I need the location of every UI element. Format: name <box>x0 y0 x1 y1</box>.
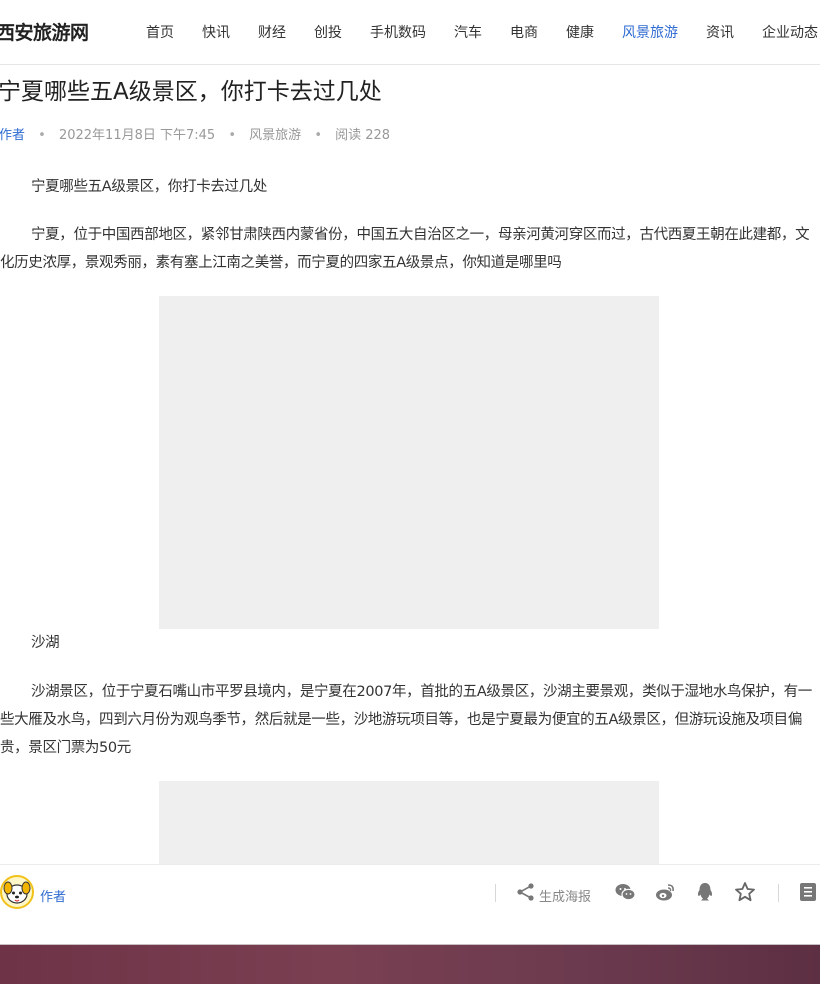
generate-poster-button[interactable]: 生成海报 <box>539 886 591 905</box>
meta-separator: • <box>314 128 322 143</box>
nav-item-health[interactable]: 健康 <box>566 22 594 42</box>
main-nav: 首页 快讯 财经 创投 手机数码 汽车 电商 健康 风景旅游 资讯 企业动态 <box>0 22 820 42</box>
nav-item-flash[interactable]: 快讯 <box>202 22 230 42</box>
author-avatar[interactable] <box>0 875 34 909</box>
star-icon[interactable] <box>734 881 756 903</box>
page: 西安旅游网 首页 快讯 财经 创投 手机数码 汽车 电商 健康 风景旅游 资讯 … <box>0 0 820 984</box>
list-icon[interactable] <box>798 881 820 903</box>
nav-item-finance[interactable]: 财经 <box>258 22 286 42</box>
nav-item-home[interactable]: 首页 <box>146 22 174 42</box>
article-paragraph: 沙湖景区，位于宁夏石嘴山市平罗县境内，是宁夏在2007年，首批的五A级景区，沙湖… <box>0 684 812 756</box>
meta-datetime: 2022年11月8日 下午7:45 <box>58 128 216 143</box>
image-caption: 沙湖 <box>31 635 60 651</box>
desktop-background-strip <box>0 944 820 984</box>
meta-reads: 阅读 228 <box>335 128 391 143</box>
nav-item-company[interactable]: 企业动态 <box>762 22 818 42</box>
article-title: 宁夏哪些五A级景区，你打卡去过几处 <box>0 79 382 105</box>
page-gap <box>0 922 820 944</box>
nav-item-venture[interactable]: 创投 <box>314 22 342 42</box>
nav-item-ecommerce[interactable]: 电商 <box>510 22 538 42</box>
author-name-link[interactable]: 作者 <box>40 886 66 905</box>
article-action-bar: 作者 生成海报 <box>0 864 820 923</box>
divider <box>778 884 779 902</box>
site-header: 西安旅游网 首页 快讯 财经 创投 手机数码 汽车 电商 健康 风景旅游 资讯 … <box>0 0 820 65</box>
meta-author-link[interactable]: 作者 <box>0 128 25 143</box>
meta-separator: • <box>38 128 46 143</box>
nav-item-digital[interactable]: 手机数码 <box>370 22 426 42</box>
article-paragraph: 宁夏哪些五A级景区，你打卡去过几处 <box>31 179 267 195</box>
divider <box>495 884 496 902</box>
meta-category-link[interactable]: 风景旅游 <box>249 128 301 143</box>
nav-item-auto[interactable]: 汽车 <box>454 22 482 42</box>
nav-item-travel[interactable]: 风景旅游 <box>622 22 678 42</box>
nav-item-news[interactable]: 资讯 <box>706 22 734 42</box>
meta-separator: • <box>228 128 237 143</box>
dog-avatar-icon <box>3 881 31 904</box>
article-meta: 作者 • 2022年11月8日 下午7:45 • 风景旅游 • 阅读 228 <box>0 124 390 143</box>
weibo-icon[interactable] <box>654 881 676 903</box>
share-icon[interactable] <box>515 881 537 903</box>
article-paragraph: 宁夏，位于中国西部地区，紧邻甘肃陕西内蒙省份，中国五大自治区之一，母亲河黄河穿区… <box>0 227 810 271</box>
wechat-icon[interactable] <box>614 881 636 903</box>
article-image-placeholder <box>159 296 659 629</box>
qq-icon[interactable] <box>694 881 716 903</box>
article-image-placeholder <box>159 781 659 871</box>
